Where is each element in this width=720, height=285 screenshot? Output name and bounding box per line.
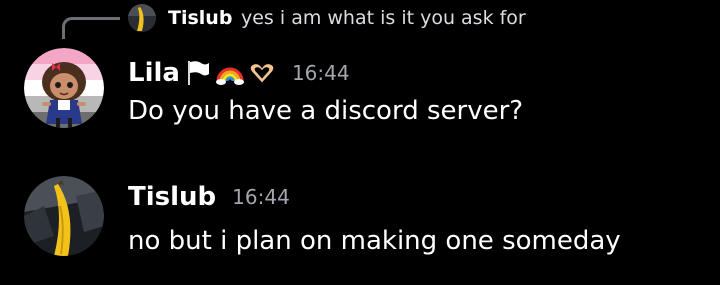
cartoon-girl-avatar-icon[interactable] xyxy=(24,48,104,128)
message-group[interactable]: Lila 16:44 Do you have a discord server? xyxy=(0,44,720,140)
message-timestamp[interactable]: 16:44 xyxy=(292,56,350,90)
message-content[interactable]: Do you have a discord server? xyxy=(128,94,523,128)
heart-hands-icon[interactable] xyxy=(248,58,276,88)
reply-text[interactable]: yes i am what is it you ask for xyxy=(241,6,526,30)
rainbow-icon[interactable] xyxy=(215,58,244,88)
banana-avatar-icon[interactable] xyxy=(128,4,156,32)
message-group[interactable]: Tislub 16:44 no but i plan on making one… xyxy=(0,168,720,268)
message-content[interactable]: no but i plan on making one someday xyxy=(128,224,621,258)
author-name[interactable]: Tislub xyxy=(128,180,216,214)
reply-author-name[interactable]: Tislub xyxy=(168,6,232,30)
white-flag-icon[interactable] xyxy=(184,58,212,88)
banana-avatar-icon[interactable] xyxy=(24,176,104,256)
message-timestamp[interactable]: 16:44 xyxy=(232,180,290,214)
author-name[interactable]: Lila xyxy=(128,56,180,90)
reply-connector-line xyxy=(62,17,120,39)
author-row: Lila 16:44 xyxy=(128,56,350,90)
author-row: Tislub 16:44 xyxy=(128,180,290,214)
chat-view: Tislub yes i am what is it you ask for L… xyxy=(0,0,720,285)
reply-preview[interactable]: Tislub yes i am what is it you ask for xyxy=(0,0,720,39)
